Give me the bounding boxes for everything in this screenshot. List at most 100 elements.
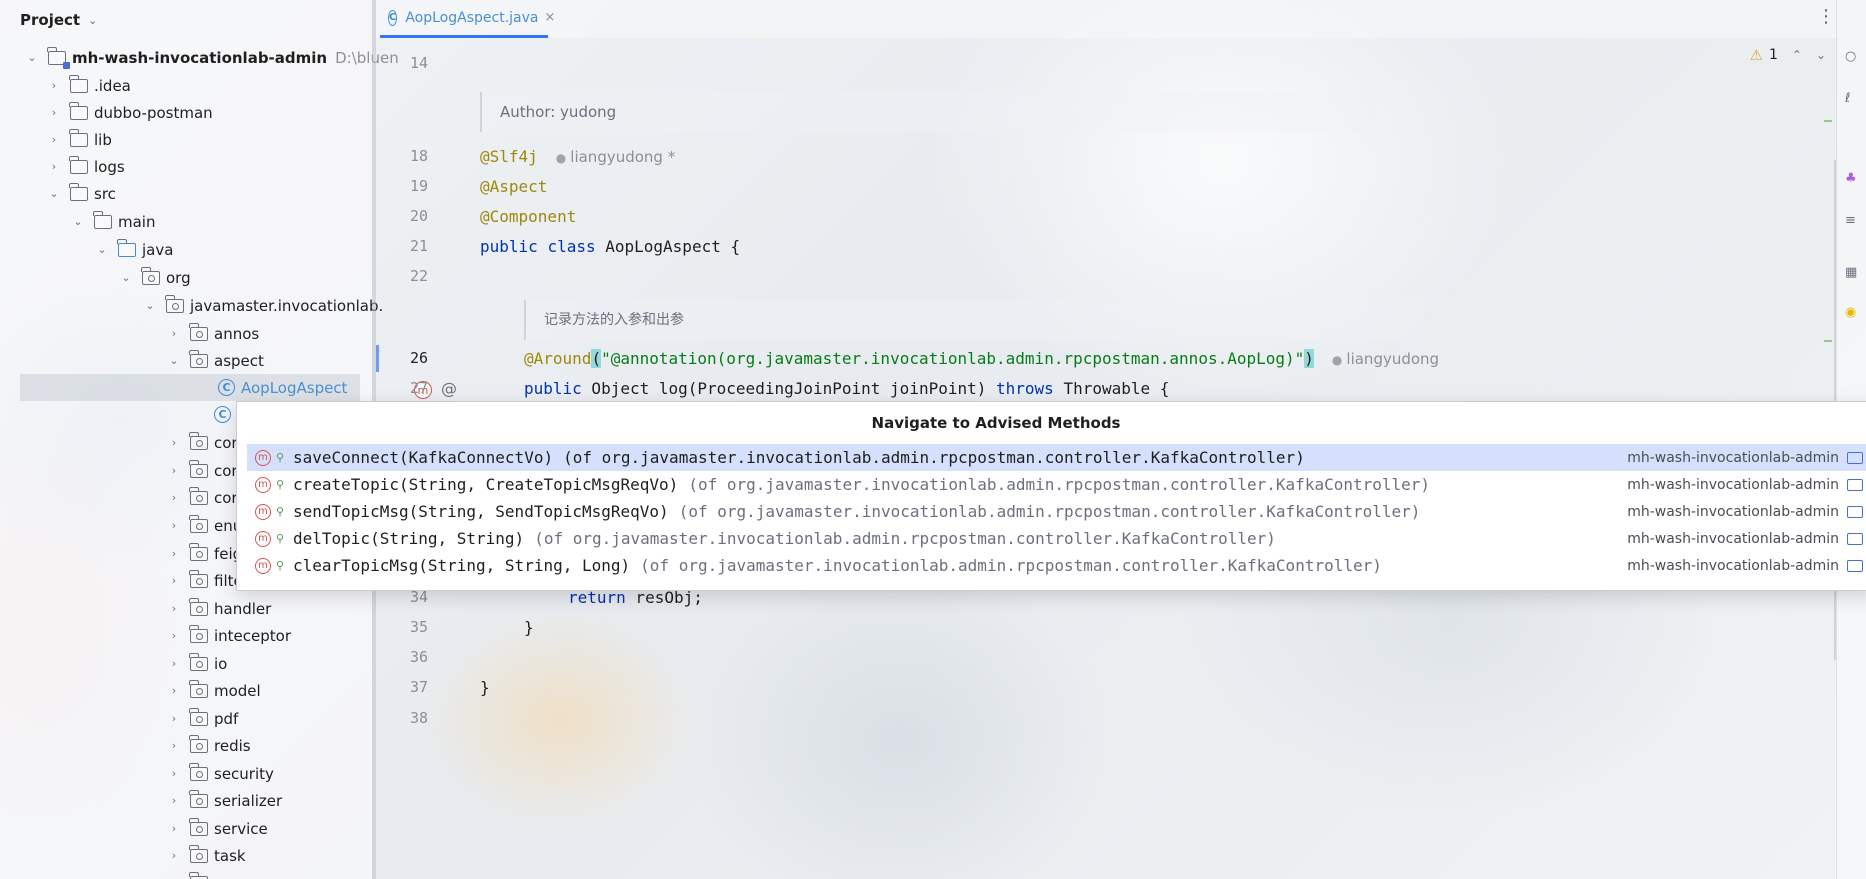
- chevron-down-icon[interactable]: ⌄: [88, 14, 97, 27]
- tree-item-lib[interactable]: › lib: [46, 126, 112, 153]
- tree-item-label: service: [214, 819, 268, 838]
- tree-item-io[interactable]: › io: [166, 650, 227, 677]
- scrollbar-change-marker[interactable]: [1824, 340, 1832, 342]
- tree-item-handler[interactable]: › handler: [166, 595, 271, 622]
- database-icon[interactable]: ▦: [1845, 266, 1859, 280]
- chevron-right-icon[interactable]: ›: [46, 133, 62, 146]
- tree-item-cor-1[interactable]: › cor: [166, 429, 238, 456]
- chevron-right-icon[interactable]: ›: [166, 491, 182, 504]
- code-line-35[interactable]: }: [524, 614, 534, 641]
- tree-item-model[interactable]: › model: [166, 677, 261, 704]
- chevron-down-icon[interactable]: ⌄: [1816, 48, 1826, 62]
- ai-assistant-icon[interactable]: ℓ: [1845, 92, 1859, 106]
- tree-item-partial[interactable]: ›: [166, 869, 214, 879]
- chevron-right-icon[interactable]: ›: [166, 629, 182, 642]
- tree-item-class-hidden[interactable]: C: [206, 401, 237, 428]
- tree-item-org[interactable]: ⌄ org: [118, 264, 191, 291]
- plugin-icon[interactable]: ♣: [1845, 172, 1859, 186]
- notifications-icon[interactable]: ○: [1845, 50, 1859, 64]
- tree-item-javamaster[interactable]: ⌄ javamaster.invocationlab.: [142, 292, 383, 319]
- chevron-right-icon[interactable]: ›: [46, 160, 62, 173]
- chevron-right-icon[interactable]: ›: [166, 712, 182, 725]
- tab-aoplogaspect[interactable]: C AopLogAspect.java ×: [380, 0, 555, 38]
- package-icon: [189, 459, 208, 478]
- tree-item-enu[interactable]: › enu: [166, 512, 242, 539]
- popup-list-item[interactable]: m ⚲ saveConnect(KafkaConnectVo) (of org.…: [247, 444, 1866, 471]
- tree-item-serializer[interactable]: › serializer: [166, 787, 282, 814]
- tree-item-redis[interactable]: › redis: [166, 732, 251, 759]
- chevron-down-icon[interactable]: ⌄: [46, 187, 62, 200]
- author-inlay-hint[interactable]: ● liangyudong: [1332, 350, 1439, 368]
- chevron-right-icon[interactable]: ›: [166, 327, 182, 340]
- chevron-right-icon[interactable]: ›: [166, 822, 182, 835]
- code-line-19[interactable]: @Aspect: [480, 173, 547, 200]
- code-line-18[interactable]: @Slf4j ● liangyudong *: [480, 143, 675, 170]
- popup-list-item[interactable]: m ⚲ delTopic(String, String) (of org.jav…: [247, 525, 1866, 552]
- chevron-right-icon[interactable]: ›: [166, 794, 182, 807]
- close-icon[interactable]: ×: [544, 10, 555, 25]
- tree-item-filte[interactable]: › filte: [166, 567, 243, 594]
- method-location: (of org.javamaster.invocationlab.admin.r…: [563, 448, 1305, 467]
- chevron-right-icon[interactable]: ›: [166, 684, 182, 697]
- chevron-right-icon[interactable]: ›: [166, 657, 182, 670]
- tree-item-dubbo-postman[interactable]: › dubbo-postman: [46, 99, 213, 126]
- more-options-icon[interactable]: ⋮: [1816, 8, 1836, 26]
- rendered-doc-comment[interactable]: 记录方法的入参和出参: [524, 300, 1424, 340]
- chevron-right-icon[interactable]: ›: [166, 767, 182, 780]
- tree-item-cor-2[interactable]: › cor: [166, 457, 238, 484]
- tree-item-idea[interactable]: › .idea: [46, 72, 131, 99]
- tree-item-annos[interactable]: › annos: [166, 320, 259, 347]
- tree-item-service[interactable]: › service: [166, 815, 268, 842]
- chevron-down-icon[interactable]: ⌄: [142, 299, 158, 312]
- tree-item-security[interactable]: › security: [166, 760, 274, 787]
- chevron-right-icon[interactable]: ›: [166, 849, 182, 862]
- chevron-right-icon[interactable]: ›: [166, 464, 182, 477]
- tree-item-aspect[interactable]: ⌄ aspect: [166, 347, 264, 374]
- tree-item-inteceptor[interactable]: › inteceptor: [166, 622, 291, 649]
- tree-item-label: serializer: [214, 791, 283, 810]
- chevron-right-icon[interactable]: ›: [166, 436, 182, 449]
- tree-item-pdf[interactable]: › pdf: [166, 705, 238, 732]
- structure-icon[interactable]: ≡: [1845, 214, 1859, 228]
- tree-item-main[interactable]: ⌄ main: [70, 208, 155, 235]
- tree-item-aoplogaspect[interactable]: C AopLogAspect: [20, 374, 360, 401]
- tree-item-java[interactable]: ⌄ java: [94, 236, 173, 263]
- code-line-26[interactable]: @Around("@annotation(org.javamaster.invo…: [524, 345, 1439, 372]
- code-line-37[interactable]: }: [480, 674, 490, 701]
- vcs-change-marker[interactable]: [376, 345, 379, 372]
- tree-item-feig[interactable]: › feig: [166, 540, 242, 567]
- tree-item-cor-3[interactable]: › cor: [166, 484, 238, 511]
- inspection-widget[interactable]: ⚠ 1 ⌃ ⌄: [1750, 46, 1827, 64]
- chevron-right-icon[interactable]: ›: [166, 547, 182, 560]
- chevron-up-icon[interactable]: ⌃: [1792, 48, 1802, 62]
- scrollbar-change-marker[interactable]: [1824, 120, 1832, 122]
- author-inlay-hint[interactable]: ● liangyudong *: [556, 148, 675, 166]
- tree-item-src[interactable]: ⌄ src: [46, 180, 116, 207]
- chevron-down-icon[interactable]: ⌄: [70, 215, 86, 228]
- chevron-down-icon[interactable]: ⌄: [166, 354, 182, 367]
- tree-item-module-root[interactable]: ⌄ mh-wash-invocationlab-admin D:\bluen: [24, 44, 399, 71]
- code-line-21[interactable]: public class AopLogAspect {: [480, 233, 740, 260]
- tree-item-logs[interactable]: › logs: [46, 153, 125, 180]
- chevron-down-icon[interactable]: ⌄: [118, 271, 134, 284]
- code-line-20[interactable]: @Component: [480, 203, 576, 230]
- maven-icon[interactable]: ◉: [1845, 306, 1859, 320]
- chevron-right-icon[interactable]: ›: [166, 602, 182, 615]
- module-name: mh-wash-invocationlab-admin: [1627, 557, 1839, 574]
- chevron-right-icon[interactable]: ›: [166, 574, 182, 587]
- chevron-right-icon[interactable]: ›: [166, 519, 182, 532]
- source-folder-icon: [117, 238, 136, 257]
- chevron-down-icon[interactable]: ⌄: [94, 243, 110, 256]
- popup-list-item[interactable]: m ⚲ clearTopicMsg(String, String, Long) …: [247, 552, 1866, 579]
- chevron-right-icon[interactable]: ›: [166, 739, 182, 752]
- code-token: public: [480, 237, 538, 256]
- tree-item-task[interactable]: › task: [166, 842, 246, 869]
- chevron-down-icon[interactable]: ⌄: [24, 51, 40, 64]
- chevron-right-icon[interactable]: ›: [46, 106, 62, 119]
- rendered-doc-comment[interactable]: Author: yudong: [480, 92, 1380, 132]
- popup-list-item[interactable]: m ⚲ sendTopicMsg(String, SendTopicMsgReq…: [247, 498, 1866, 525]
- project-panel-header[interactable]: Project ⌄: [0, 0, 372, 40]
- chevron-right-icon[interactable]: ›: [46, 79, 62, 92]
- popup-list-item[interactable]: m ⚲ createTopic(String, CreateTopicMsgRe…: [247, 471, 1866, 498]
- code-line-27[interactable]: public Object log(ProceedingJoinPoint jo…: [524, 375, 1169, 402]
